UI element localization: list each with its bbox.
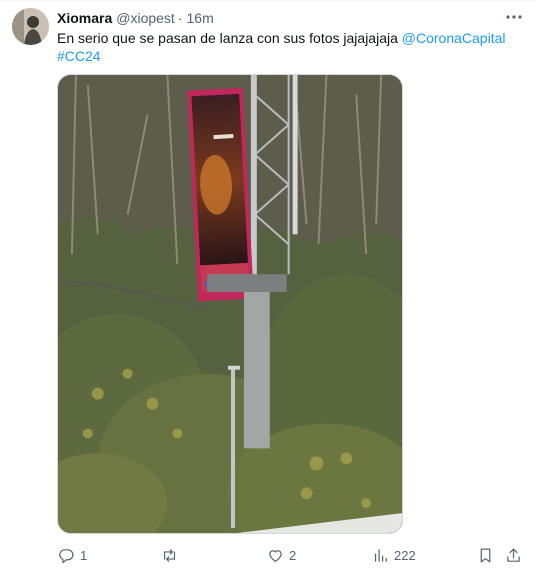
bookmark-icon: [480, 548, 491, 562]
display-name[interactable]: Xiomara: [57, 10, 112, 26]
views-button[interactable]: 222: [372, 544, 416, 566]
avatar[interactable]: [12, 8, 49, 45]
views-count: 222: [394, 547, 416, 563]
reply-button[interactable]: 1: [58, 544, 87, 566]
views-icon: [374, 548, 387, 562]
like-count: 2: [289, 547, 297, 563]
reply-count: 1: [80, 547, 88, 563]
like-icon: [269, 549, 282, 562]
share-icon: [507, 548, 520, 562]
user-handle[interactable]: @xiopest: [116, 10, 175, 26]
dot-separator: ·: [177, 10, 183, 26]
bookmark-button[interactable]: [477, 544, 494, 566]
retweet-button[interactable]: [161, 544, 183, 566]
like-button[interactable]: 2: [267, 544, 296, 566]
tweet-header: Xiomara @xiopest · 16m: [57, 9, 214, 27]
retweet-icon: [163, 548, 176, 562]
tweet-text-body: En serio que se pasan de lanza con sus f…: [57, 30, 402, 46]
mention-link[interactable]: @CoronaCapital: [402, 30, 506, 46]
reply-icon: [59, 548, 74, 563]
tweet-actions: 1 2 222: [57, 544, 525, 566]
tweet-text: En serio que se pasan de lanza con sus f…: [57, 29, 517, 65]
more-icon[interactable]: [504, 9, 524, 25]
hashtag-link[interactable]: #CC24: [57, 48, 101, 64]
tweet-photo[interactable]: [57, 74, 403, 534]
tweet[interactable]: Xiomara @xiopest · 16m En serio que se p…: [0, 0, 536, 574]
timestamp[interactable]: 16m: [187, 10, 214, 26]
share-button[interactable]: [505, 544, 522, 566]
